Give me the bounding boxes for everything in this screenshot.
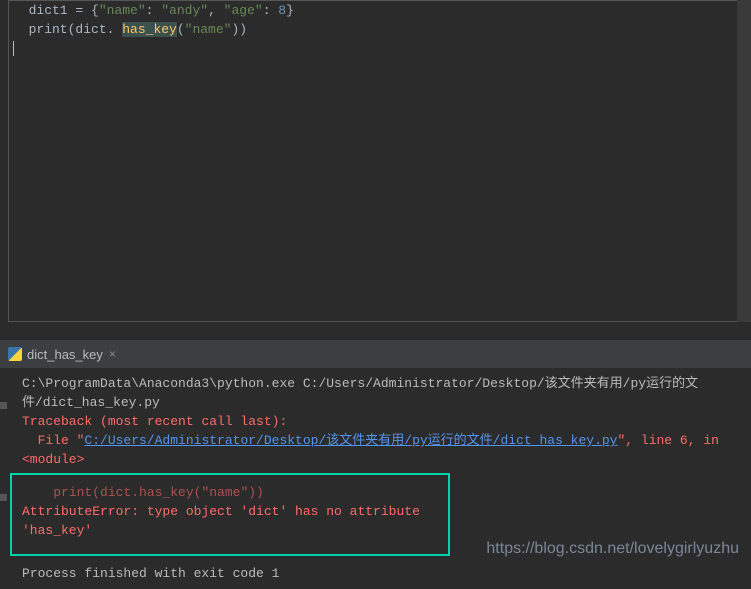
method-arg: "name": [185, 22, 232, 37]
code-line-2: print(dict. has_key("name")): [13, 20, 738, 39]
gutter-icon[interactable]: [0, 494, 7, 501]
exit-code: Process finished with exit code 1: [22, 564, 739, 583]
file-prefix: File ": [22, 433, 84, 448]
traceback-header: Traceback (most recent call last):: [22, 412, 739, 431]
dict-value-num: 8: [278, 3, 286, 18]
gutter-icon[interactable]: [0, 402, 7, 409]
python-icon: [8, 347, 22, 361]
watermark: https://blog.csdn.net/lovelygirlyuzhu: [486, 540, 739, 558]
code-line-1: dict1 = {"name": "andy", "age": 8}: [13, 1, 738, 20]
paren: )): [231, 22, 247, 37]
paren: (: [177, 22, 185, 37]
gutter: [0, 402, 8, 586]
error-highlight: print(dict.has_key("name")) AttributeErr…: [10, 473, 450, 556]
dict-value: "andy": [161, 3, 208, 18]
cursor-icon: [13, 41, 14, 56]
separator: :: [263, 3, 279, 18]
print-call: print: [13, 22, 68, 37]
dict-key: "age": [224, 3, 263, 18]
error-statement: print(dict.has_key("name")): [22, 483, 438, 502]
error-message: AttributeError: type object 'dict' has n…: [22, 502, 438, 540]
method-name: has_key: [122, 22, 177, 37]
separator: :: [146, 3, 162, 18]
cursor-line: [13, 39, 738, 58]
run-tab[interactable]: dict_has_key ×: [8, 347, 116, 362]
command-line: C:\ProgramData\Anaconda3\python.exe C:/U…: [22, 374, 739, 412]
dict-key: "name": [99, 3, 146, 18]
object-ref: dict.: [75, 22, 122, 37]
comma: ,: [208, 3, 224, 18]
file-link[interactable]: C:/Users/Administrator/Desktop/该文件夹有用/py…: [84, 433, 617, 448]
code-editor[interactable]: dict1 = {"name": "andy", "age": 8} print…: [8, 0, 743, 322]
close-icon[interactable]: ×: [109, 347, 116, 361]
tab-label: dict_has_key: [27, 347, 103, 362]
traceback-file: File "C:/Users/Administrator/Desktop/该文件…: [22, 431, 739, 469]
tab-bar: dict_has_key ×: [0, 340, 751, 368]
code-text: dict1 = {: [13, 3, 99, 18]
scrollbar[interactable]: [737, 0, 751, 322]
run-tool-window: dict_has_key × C:\ProgramData\Anaconda3\…: [0, 340, 751, 568]
close-brace: }: [286, 3, 294, 18]
